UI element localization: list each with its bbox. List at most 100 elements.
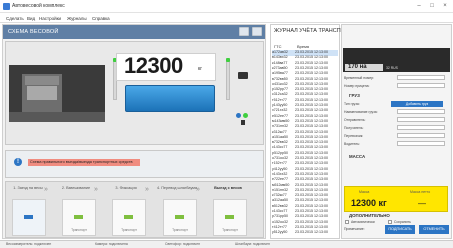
gross-label: Масса bbox=[359, 190, 370, 194]
title-bar: Автовесовой комплекс – □ × bbox=[0, 0, 453, 13]
row-time: 23.03.2015 12:13:00 bbox=[295, 76, 328, 81]
menu-item[interactable]: Журналы bbox=[67, 16, 87, 21]
plate-region: 32 RUS bbox=[386, 66, 398, 70]
row-plate: о431ко32 bbox=[272, 81, 288, 86]
arrow-right-icon bbox=[74, 215, 83, 219]
save-checkbox[interactable] bbox=[388, 220, 392, 224]
row-time: 23.03.2015 12:13:00 bbox=[295, 187, 328, 192]
row-time: 23.03.2015 12:13:00 bbox=[295, 145, 328, 150]
field-label: Временный номер: bbox=[344, 76, 375, 80]
arrow-right-icon bbox=[225, 215, 234, 219]
plate-number[interactable]: 170 на bbox=[345, 64, 383, 71]
traffic-light-blue-icon bbox=[236, 113, 241, 118]
row-time: 23.03.2015 12:13:00 bbox=[295, 150, 328, 155]
row-time: 23.03.2015 12:13:00 bbox=[295, 177, 328, 182]
row-plate: а151аа50 bbox=[272, 134, 288, 139]
chevron-right-icon: » bbox=[44, 186, 48, 193]
field-label: Отправитель: bbox=[344, 118, 366, 122]
cargo-name-select[interactable] bbox=[397, 109, 445, 114]
menu-item[interactable]: Настройки bbox=[39, 16, 61, 21]
truck-icon[interactable] bbox=[252, 27, 262, 36]
status-item: Светофор: подключен bbox=[165, 242, 200, 246]
camera-icon[interactable] bbox=[238, 72, 248, 79]
row-plate: т512тт77 bbox=[272, 97, 287, 102]
row-plate: р731рр50 bbox=[272, 214, 288, 219]
row-plate: в732вв50 bbox=[272, 76, 288, 81]
row-time: 23.03.2015 12:13:00 bbox=[295, 161, 328, 166]
field-label: Перевозчик: bbox=[344, 134, 364, 138]
row-time: 23.03.2015 12:13:00 bbox=[295, 156, 328, 160]
column-header[interactable]: ГТС bbox=[274, 44, 282, 49]
menu-item[interactable]: Вид bbox=[27, 16, 35, 21]
row-plate: а195ва77 bbox=[272, 71, 288, 76]
column-header[interactable]: Время bbox=[297, 44, 309, 49]
minimize-icon[interactable]: – bbox=[414, 2, 424, 10]
maximize-icon[interactable]: □ bbox=[427, 2, 437, 10]
row-plate: в732вв32 bbox=[272, 140, 288, 145]
row-plate: к273ав50 bbox=[272, 65, 288, 70]
close-icon[interactable]: × bbox=[440, 2, 450, 10]
row-time: 23.03.2015 12:13:00 bbox=[295, 171, 328, 176]
panel-title: СХЕМА ВЕСОВОЙ bbox=[8, 29, 59, 35]
weight-unit: кг bbox=[198, 66, 203, 72]
row-time: 23.03.2015 12:13:00 bbox=[295, 230, 328, 235]
row-time: 23.03.2015 12:13:00 bbox=[295, 198, 328, 203]
gross-value: 12300 кг bbox=[351, 198, 387, 208]
row-plate: р512рр50 bbox=[272, 150, 288, 155]
temp-number-input[interactable] bbox=[397, 75, 445, 80]
receiver-select[interactable] bbox=[397, 125, 445, 130]
row-plate: а312аа50 bbox=[272, 198, 288, 203]
row-time: 23.03.2015 12:13:00 bbox=[295, 166, 328, 171]
field-label: Наименование груза: bbox=[344, 110, 378, 114]
add-cargo-button[interactable]: Добавить груз bbox=[391, 101, 443, 107]
settings-icon[interactable] bbox=[239, 27, 249, 36]
driver-select[interactable] bbox=[397, 141, 445, 146]
step-label: Выезд с весов bbox=[214, 186, 242, 190]
row-plate: о152оо32 bbox=[272, 219, 288, 224]
row-time: 23.03.2015 12:13:00 bbox=[295, 87, 328, 92]
journal-row[interactable]: у512уу50 23.03.2015 12:13:00 bbox=[272, 230, 338, 236]
row-plate: м143мм50 bbox=[272, 118, 290, 123]
right-sensor bbox=[226, 60, 230, 100]
row-plate: с143сс77 bbox=[272, 145, 288, 150]
step-caption: Транспорт bbox=[172, 228, 188, 232]
row-plate: к732кк77 bbox=[272, 193, 287, 198]
row-plate: с312са32 bbox=[272, 92, 288, 97]
step-caption: Транспорт bbox=[71, 228, 87, 232]
row-plate: т152тт77 bbox=[272, 161, 287, 166]
row-plate: с143сс77 bbox=[272, 209, 288, 213]
right-sensor-led bbox=[226, 58, 230, 62]
window-title: Автовесовой комплекс bbox=[12, 3, 65, 9]
row-plate: в512вв32 bbox=[272, 203, 288, 208]
row-plate: е512ее77 bbox=[272, 113, 288, 118]
row-time: 23.03.2015 12:13:00 bbox=[295, 214, 328, 219]
sender-select[interactable] bbox=[397, 117, 445, 122]
sign-button[interactable]: ПОДПИСАТЬ bbox=[385, 225, 415, 234]
status-bar bbox=[0, 240, 453, 248]
chevron-right-icon: » bbox=[196, 186, 200, 193]
trailer-number-input[interactable] bbox=[397, 83, 445, 88]
row-time: 23.03.2015 12:13:00 bbox=[295, 50, 328, 54]
arrow-right-icon bbox=[175, 215, 184, 219]
cancel-button[interactable]: ОТМЕНИТЬ bbox=[419, 225, 449, 234]
menu-item[interactable]: Справка bbox=[92, 16, 110, 21]
row-time: 23.03.2015 12:13:00 bbox=[295, 219, 328, 224]
row-plate: к312кк77 bbox=[272, 129, 287, 134]
step-label: 4. Перевод шлагбаума bbox=[156, 186, 198, 190]
row-time: 23.03.2015 12:13:00 bbox=[295, 108, 328, 113]
auto-checkbox[interactable] bbox=[345, 220, 349, 224]
info-icon: ! bbox=[14, 158, 22, 166]
row-time: 23.03.2015 12:13:00 bbox=[295, 193, 328, 198]
row-plate: о731оо32 bbox=[272, 156, 288, 160]
row-plate: у412уу50 bbox=[272, 166, 288, 171]
menu-item[interactable]: Сделать bbox=[6, 16, 24, 21]
barrier-icon bbox=[241, 120, 245, 125]
field-label: Водитель: bbox=[344, 142, 360, 146]
row-plate: х721хх32 bbox=[272, 108, 288, 113]
arrow-right-icon bbox=[24, 215, 33, 219]
row-time: 23.03.2015 12:13:00 bbox=[295, 92, 328, 97]
carrier-select[interactable] bbox=[397, 133, 445, 138]
cargo-section-title: ГРУЗ bbox=[349, 93, 360, 98]
row-time: 23.03.2015 12:13:00 bbox=[295, 81, 328, 86]
step-label: 1. Заезд на весы bbox=[13, 186, 43, 190]
